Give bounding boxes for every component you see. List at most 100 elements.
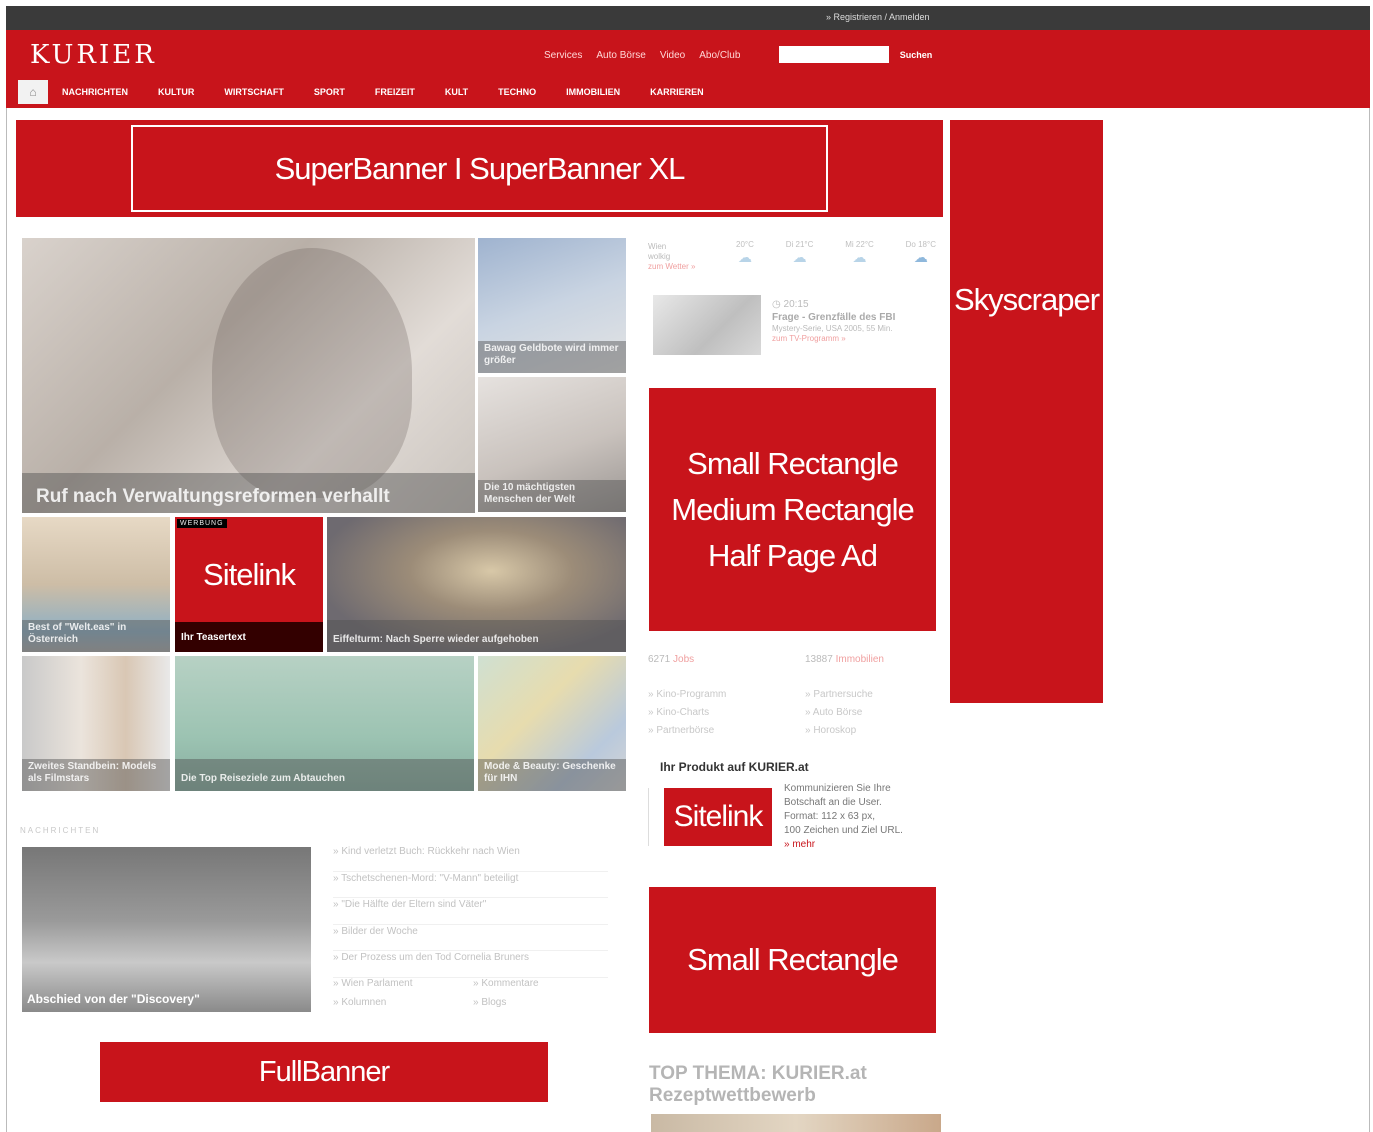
service-link[interactable]: » Auto Börse xyxy=(805,704,873,722)
portrait-shape xyxy=(212,248,412,498)
teaser-tile-7-caption: Mode & Beauty: Geschenke für IHN xyxy=(484,761,616,784)
weather-day: Di 21°C ☁ xyxy=(786,240,814,266)
nav-nachrichten[interactable]: NACHRICHTEN xyxy=(62,87,128,97)
small-rectangle-ad[interactable]: Small Rectangle xyxy=(649,887,936,1033)
nav-sport[interactable]: SPORT xyxy=(314,87,345,97)
skyscraper-label: Skyscraper xyxy=(953,282,1100,317)
tv-text: ◷ 20:15 Frage - Grenzfälle des FBI Myste… xyxy=(772,298,895,344)
produkt-divider xyxy=(648,788,658,846)
tv-title: Frage - Grenzfälle des FBI xyxy=(772,312,896,323)
jobs-count: 6271 xyxy=(648,654,671,665)
service-link[interactable]: » Horoskop xyxy=(805,722,873,740)
header-link-services[interactable]: Services xyxy=(544,50,582,61)
produkt-sitelink[interactable]: Sitelink xyxy=(664,788,772,846)
news-link[interactable]: » Der Prozess um den Tod Cornelia Bruner… xyxy=(333,951,608,978)
services-box: 6271 Jobs 13887 Immobilien » Kino-Progra… xyxy=(648,652,943,747)
search-button[interactable]: Suchen xyxy=(894,46,938,63)
news-link[interactable]: » Bilder der Woche xyxy=(333,925,608,951)
teaser-tile-2[interactable]: Die 10 mächtigsten Menschen der Welt xyxy=(478,377,626,512)
news-sub-link[interactable]: » Kommentare xyxy=(473,978,608,989)
produkt-title: Ihr Produkt auf KURIER.at xyxy=(660,760,809,774)
small-rectangle-label: Small Rectangle xyxy=(687,942,899,977)
nav-freizeit[interactable]: FREIZEIT xyxy=(375,87,415,97)
tv-program-link[interactable]: zum TV-Programm » xyxy=(772,334,895,344)
teaser-tile-1[interactable]: Bawag Geldbote wird immer größer xyxy=(478,238,626,373)
nav-karrieren[interactable]: KARRIEREN xyxy=(650,87,704,97)
superbanner-ad[interactable]: SuperBanner I SuperBanner XL xyxy=(16,120,943,217)
news-link[interactable]: » "Die Hälfte der Eltern sind Väter" xyxy=(333,898,608,925)
section-title: NACHRICHTEN xyxy=(20,826,101,835)
service-link[interactable]: » Partnersuche xyxy=(805,686,873,704)
werbung-badge: WERBUNG xyxy=(177,519,227,528)
teaser-tile-2-caption: Die 10 mächtigsten Menschen der Welt xyxy=(484,482,576,505)
teaser-tile-1-caption: Bawag Geldbote wird immer größer xyxy=(484,343,619,366)
immo-label: Immobilien xyxy=(835,654,884,665)
teaser-tile-4-caption: Eiffelturm: Nach Sperre wieder aufgehobe… xyxy=(333,634,539,645)
nav-techno[interactable]: TECHNO xyxy=(498,87,536,97)
tv-time: ◷ 20:15 xyxy=(772,298,895,311)
fullbanner-label: FullBanner xyxy=(258,1055,390,1088)
fullbanner-ad[interactable]: FullBanner xyxy=(100,1042,548,1102)
produkt-desc-line: 100 Zeichen und Ziel URL. xyxy=(784,825,903,836)
nav-wirtschaft[interactable]: WIRTSCHAFT xyxy=(224,87,284,97)
service-link[interactable]: » Partnerbörse xyxy=(648,722,726,740)
clock-icon: ◷ xyxy=(772,299,784,310)
weather-link[interactable]: zum Wetter » xyxy=(648,262,695,272)
tv-time-value: 20:15 xyxy=(783,299,809,310)
immo-stat[interactable]: 13887 Immobilien xyxy=(805,654,884,665)
teaser-tile-3-caption: Best of "Welt.eas" in Österreich xyxy=(28,622,127,645)
news-list: » Kind verletzt Buch: Rückkehr nach Wien… xyxy=(333,845,608,978)
teaser-tile-3[interactable]: Best of "Welt.eas" in Österreich xyxy=(22,517,170,652)
services-right: » Partnersuche » Auto Börse » Horoskop xyxy=(805,686,873,740)
news-link[interactable]: » Tschetschenen-Mord: "V-Mann" beteiligt xyxy=(333,872,608,898)
service-link[interactable]: » Kino-Charts xyxy=(648,704,726,722)
superbanner-label: SuperBanner I SuperBanner XL xyxy=(131,125,828,212)
main-teaser[interactable]: Ruf nach Verwaltungsreformen verhallt xyxy=(22,238,475,513)
news-sub-link[interactable]: » Blogs xyxy=(473,997,608,1008)
search-input[interactable] xyxy=(779,46,889,63)
header-link-auto-boerse[interactable]: Auto Börse xyxy=(596,50,645,61)
weather-city: Wien xyxy=(648,242,667,251)
rectangle-ad[interactable]: Small Rectangle Medium Rectangle Half Pa… xyxy=(649,388,936,631)
teaser-tile-7[interactable]: Mode & Beauty: Geschenke für IHN xyxy=(478,656,626,791)
produkt-box: Ihr Produkt auf KURIER.at Sitelink Kommu… xyxy=(648,758,943,858)
main-teaser-caption: Ruf nach Verwaltungsreformen verhallt xyxy=(36,486,390,507)
teaser-tile-5[interactable]: Zweites Standbein: Models als Filmstars xyxy=(22,656,170,791)
teaser-tile-6[interactable]: Die Top Reiseziele zum Abtauchen xyxy=(175,656,474,791)
news-link[interactable]: » Kind verletzt Buch: Rückkehr nach Wien xyxy=(333,845,608,872)
weather-day-temp: Di 21°C xyxy=(785,240,814,249)
top-thema[interactable]: TOP THEMA: KURIER.at Rezeptwettbewerb xyxy=(649,1063,867,1107)
produkt-more-link[interactable]: » mehr xyxy=(784,838,903,852)
jobs-stat[interactable]: 6271 Jobs xyxy=(648,654,694,665)
teaser-tile-4[interactable]: Eiffelturm: Nach Sperre wieder aufgehobe… xyxy=(327,517,626,652)
cloud-rain-icon: ☁ xyxy=(913,249,928,265)
kurier-logo[interactable]: KURIER xyxy=(30,40,157,70)
nav-kult[interactable]: KULT xyxy=(445,87,468,97)
weather-widget[interactable]: Wien wolkig zum Wetter » 20°C ☁ Di 21°C ☁ … xyxy=(648,240,938,280)
tv-tip[interactable]: ◷ 20:15 Frage - Grenzfälle des FBI Myste… xyxy=(648,292,943,358)
top-thema-title: TOP THEMA: KURIER.at xyxy=(649,1063,867,1084)
service-link[interactable]: » Kino-Programm xyxy=(648,686,726,704)
sitelink-tile-teaser: Ihr Teasertext xyxy=(175,622,323,652)
nav-kultur[interactable]: KULTUR xyxy=(158,87,194,97)
nav-immobilien[interactable]: IMMOBILIEN xyxy=(566,87,620,97)
rect-label-small: Small Rectangle xyxy=(687,445,899,481)
news-image[interactable]: Abschied von der "Discovery" xyxy=(22,847,311,1012)
skyscraper-ad[interactable]: Skyscraper xyxy=(950,120,1103,703)
top-thema-image[interactable] xyxy=(651,1114,941,1132)
rect-label-halfpage: Half Page Ad xyxy=(708,537,878,573)
header-link-video[interactable]: Video xyxy=(660,50,685,61)
news-sub-link[interactable]: » Wien Parlament xyxy=(333,978,473,989)
cloud-icon: ☁ xyxy=(737,249,752,265)
header-link-abo-club[interactable]: Abo/Club xyxy=(699,50,740,61)
teaser-tile-5-caption: Zweites Standbein: Models als Filmstars xyxy=(28,761,157,784)
home-icon[interactable]: ⌂ xyxy=(18,80,48,104)
weather-days: 20°C ☁ Di 21°C ☁ Mi 22°C ☁ Do 18°C ☁ xyxy=(736,240,936,266)
news-sub-link[interactable]: » Kolumnen xyxy=(333,997,473,1008)
sitelink-tile[interactable]: WERBUNG Sitelink Ihr Teasertext xyxy=(175,517,323,652)
login-link[interactable]: » Registrieren / Anmelden xyxy=(826,12,930,22)
produkt-desc-line: Format: 112 x 63 px, xyxy=(784,811,875,822)
top-bar: » Registrieren / Anmelden xyxy=(6,6,1370,30)
news-image-caption: Abschied von der "Discovery" xyxy=(27,992,200,1006)
weather-day: Do 18°C ☁ xyxy=(906,240,936,266)
